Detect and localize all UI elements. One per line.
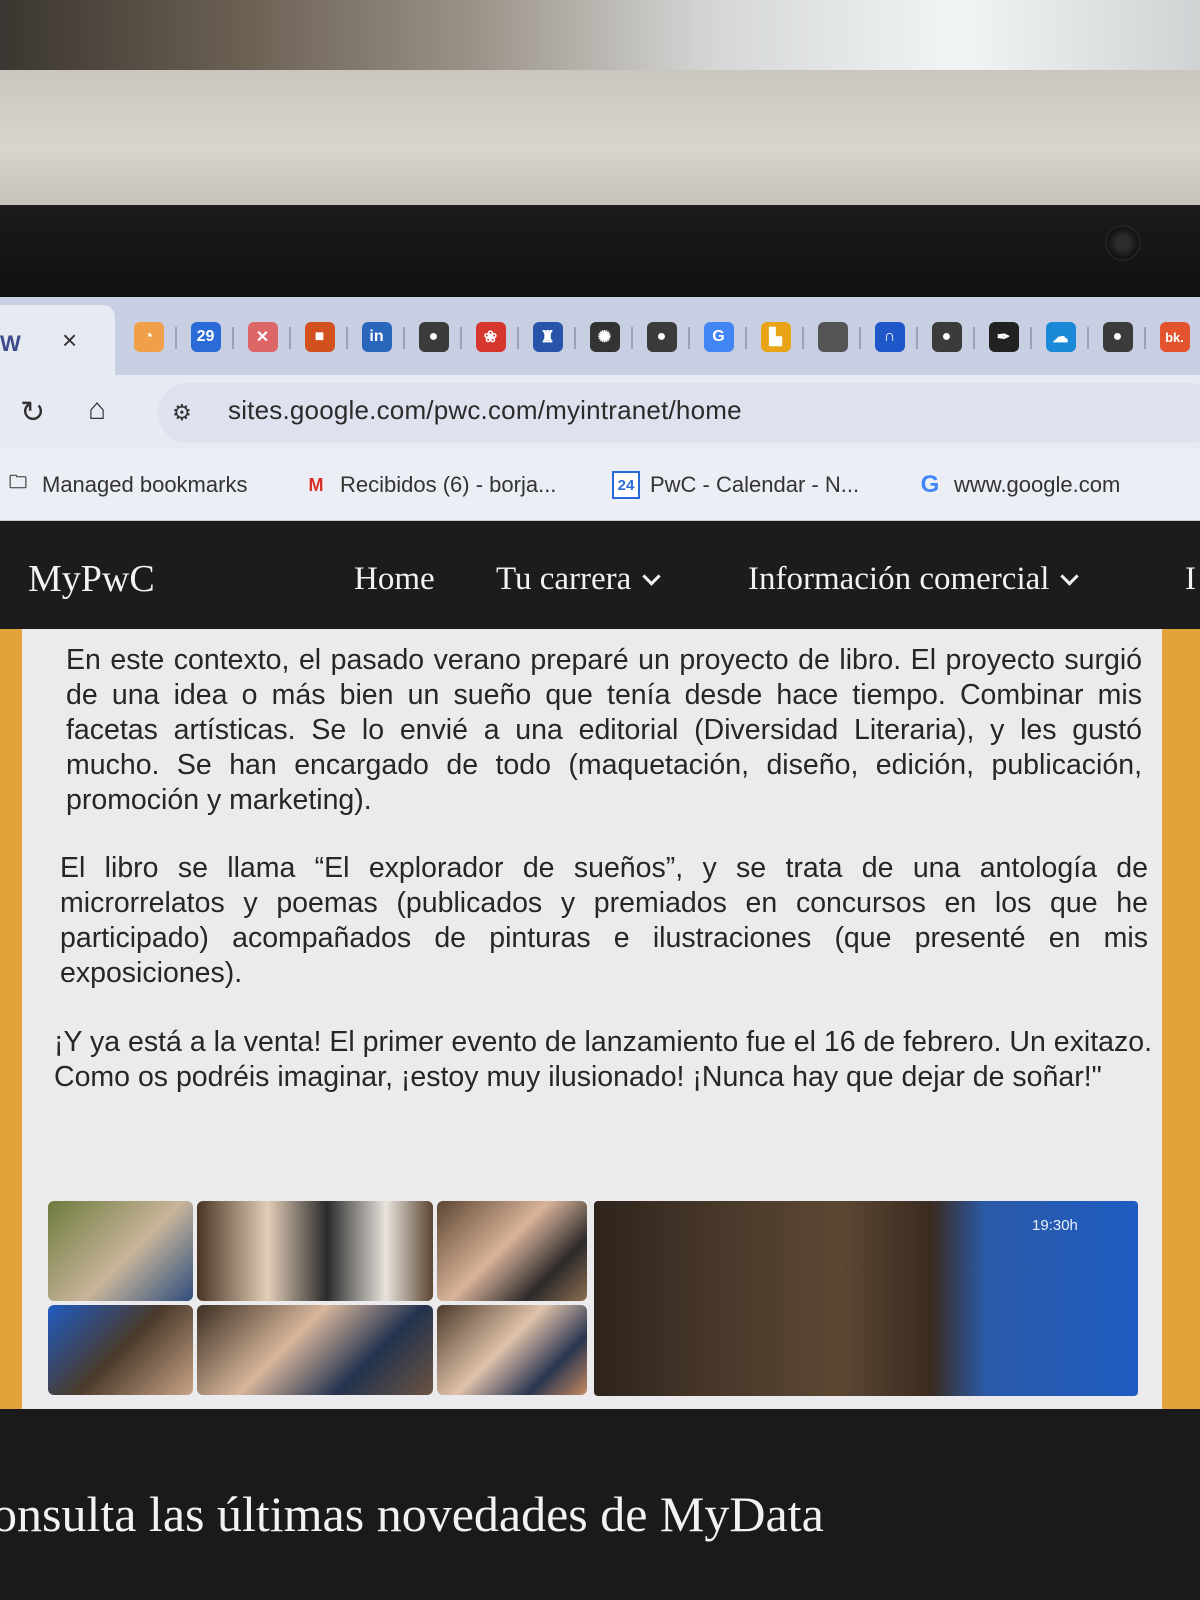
news-heading: onsulta las últimas novedades de MyData bbox=[0, 1486, 824, 1542]
event-photo-large[interactable]: 19:30h bbox=[594, 1201, 1138, 1396]
url-text[interactable]: sites.google.com/pwc.com/myintranet/home bbox=[228, 395, 742, 426]
bookmark-calendar[interactable]: 24 PwC - Calendar - N... bbox=[612, 471, 859, 499]
background-room bbox=[0, 0, 1200, 210]
pinned-tab[interactable]: bk. bbox=[1146, 319, 1200, 355]
pinned-tab[interactable]: ■ bbox=[291, 319, 348, 355]
bookmark-label: Recibidos (6) - borja... bbox=[340, 472, 557, 497]
pinned-tab[interactable]: G bbox=[690, 319, 747, 355]
photo-grid bbox=[48, 1201, 587, 1396]
pinned-tab[interactable]: ✕ bbox=[234, 319, 291, 355]
madrid-icon: ♜ bbox=[532, 322, 563, 352]
event-photo[interactable] bbox=[48, 1201, 193, 1301]
article-card: En este contexto, el pasado verano prepa… bbox=[22, 629, 1162, 1449]
site-logo[interactable]: MyPwC bbox=[28, 557, 155, 601]
photo-gallery: 19:30h bbox=[48, 1201, 1138, 1396]
pinned-tab[interactable]: 29 bbox=[177, 319, 234, 355]
article-paragraph: ¡Y ya está a la venta! El primer evento … bbox=[54, 1026, 1152, 1093]
nav-home[interactable]: Home bbox=[354, 561, 435, 598]
chevron-down-icon bbox=[642, 567, 662, 586]
calendar-icon: 29 bbox=[190, 322, 221, 352]
reload-icon[interactable]: ↻ bbox=[20, 395, 45, 430]
news-section: onsulta las últimas novedades de MyData bbox=[0, 1409, 1200, 1600]
bookmark-google[interactable]: G www.google.com bbox=[916, 471, 1121, 499]
analytics-icon: ▙ bbox=[760, 322, 791, 352]
article-paragraph: El libro se llama “El explorador de sueñ… bbox=[60, 852, 1148, 989]
bookmarks-bar: 🗀 Managed bookmarks M Recibidos (6) - bo… bbox=[0, 449, 1200, 521]
browser-toolbar: ↻ ⌂ ⚙ sites.google.com/pwc.com/myintrane… bbox=[0, 375, 1200, 449]
site-header: MyPwC Home Tu carrera Información comerc… bbox=[0, 521, 1200, 629]
nav-label: Home bbox=[354, 561, 435, 597]
toggl-icon: ◔ bbox=[133, 322, 164, 352]
apple-icon bbox=[817, 322, 848, 352]
bookmark-label: Managed bookmarks bbox=[42, 472, 248, 497]
nav-label: Información comercial bbox=[748, 561, 1050, 597]
background-shelf bbox=[0, 0, 1200, 70]
bookmark-label: www.google.com bbox=[954, 472, 1121, 497]
event-photo[interactable] bbox=[437, 1305, 587, 1395]
projected-time: 19:30h bbox=[1032, 1217, 1078, 1234]
pinned-tab[interactable]: ♜ bbox=[519, 319, 576, 355]
article-paragraph: En este contexto, el pasado verano prepa… bbox=[66, 644, 1142, 816]
google-icon: G bbox=[703, 322, 734, 352]
nav-label: I bbox=[1185, 561, 1196, 597]
bookmark-gmail[interactable]: M Recibidos (6) - borja... bbox=[302, 471, 557, 499]
pinned-tab[interactable]: ✒ bbox=[975, 319, 1032, 355]
pinned-tab[interactable]: ● bbox=[1089, 319, 1146, 355]
pinned-tab[interactable]: ❀ bbox=[462, 319, 519, 355]
active-tab[interactable]: W × bbox=[0, 305, 115, 375]
site-favicon-icon: W bbox=[0, 331, 21, 356]
webcam bbox=[1105, 225, 1141, 261]
event-photo[interactable] bbox=[437, 1201, 587, 1301]
app-icon: ❀ bbox=[475, 322, 506, 352]
pinned-tab[interactable]: ◔ bbox=[120, 319, 177, 355]
pinned-tab[interactable]: ∩ bbox=[861, 319, 918, 355]
pinned-tab[interactable] bbox=[804, 319, 861, 355]
pinned-tab[interactable]: ✺ bbox=[576, 319, 633, 355]
nav-informacion-comercial[interactable]: Información comercial bbox=[748, 561, 1080, 598]
calendar-icon: 24 bbox=[612, 471, 640, 499]
laptop-screen: W × ◔ 29 ✕ ■ in ● ❀ ♜ ✺ ● G ▙ ∩ ● ✒ ☁ ● bk. ↻ ⌂ ⚙ sites.g… bbox=[0, 297, 1200, 1600]
close-tab-icon[interactable]: × bbox=[62, 325, 77, 356]
pinned-tab[interactable]: ● bbox=[633, 319, 690, 355]
pen-icon: ✒ bbox=[988, 322, 1019, 352]
bookmark-managed[interactable]: 🗀 Managed bookmarks bbox=[4, 471, 247, 499]
salesforce-icon: ☁ bbox=[1045, 322, 1076, 352]
globe-icon: ● bbox=[646, 322, 677, 352]
event-photo[interactable] bbox=[197, 1305, 433, 1395]
tab-strip: W × ◔ 29 ✕ ■ in ● ❀ ♜ ✺ ● G ▙ ∩ ● ✒ ☁ ● bk. bbox=[0, 297, 1200, 375]
event-photo[interactable] bbox=[48, 1305, 193, 1395]
google-icon: G bbox=[920, 471, 940, 498]
bk-icon: bk. bbox=[1159, 322, 1190, 352]
gmail-icon: M bbox=[308, 474, 324, 495]
nav-label: Tu carrera bbox=[496, 561, 632, 597]
tools-icon: ✕ bbox=[247, 322, 278, 352]
globe-icon: ● bbox=[931, 322, 962, 352]
pinned-tab[interactable]: ● bbox=[405, 319, 462, 355]
headset-icon: ∩ bbox=[874, 322, 905, 352]
office-icon: ■ bbox=[304, 322, 335, 352]
folder-icon: 🗀 bbox=[9, 472, 27, 492]
event-photo[interactable] bbox=[197, 1201, 433, 1301]
seal-icon: ✺ bbox=[589, 322, 620, 352]
pinned-tab[interactable]: ▙ bbox=[747, 319, 804, 355]
bookmark-label: PwC - Calendar - N... bbox=[650, 472, 860, 497]
pinned-tab[interactable]: ● bbox=[918, 319, 975, 355]
nav-more[interactable]: I bbox=[1185, 561, 1196, 598]
pinned-tab[interactable]: ☁ bbox=[1032, 319, 1089, 355]
site-info-icon[interactable]: ⚙ bbox=[172, 400, 192, 426]
linkedin-icon: in bbox=[361, 322, 392, 352]
nav-tu-carrera[interactable]: Tu carrera bbox=[496, 561, 662, 598]
globe-icon: ● bbox=[1102, 322, 1133, 352]
pinned-tab[interactable]: in bbox=[348, 319, 405, 355]
pinned-tabs: ◔ 29 ✕ ■ in ● ❀ ♜ ✺ ● G ▙ ∩ ● ✒ ☁ ● bk. bbox=[120, 319, 1200, 355]
chevron-down-icon bbox=[1060, 567, 1080, 586]
laptop-bezel bbox=[0, 205, 1200, 300]
globe-icon: ● bbox=[418, 322, 449, 352]
home-icon[interactable]: ⌂ bbox=[88, 393, 106, 427]
